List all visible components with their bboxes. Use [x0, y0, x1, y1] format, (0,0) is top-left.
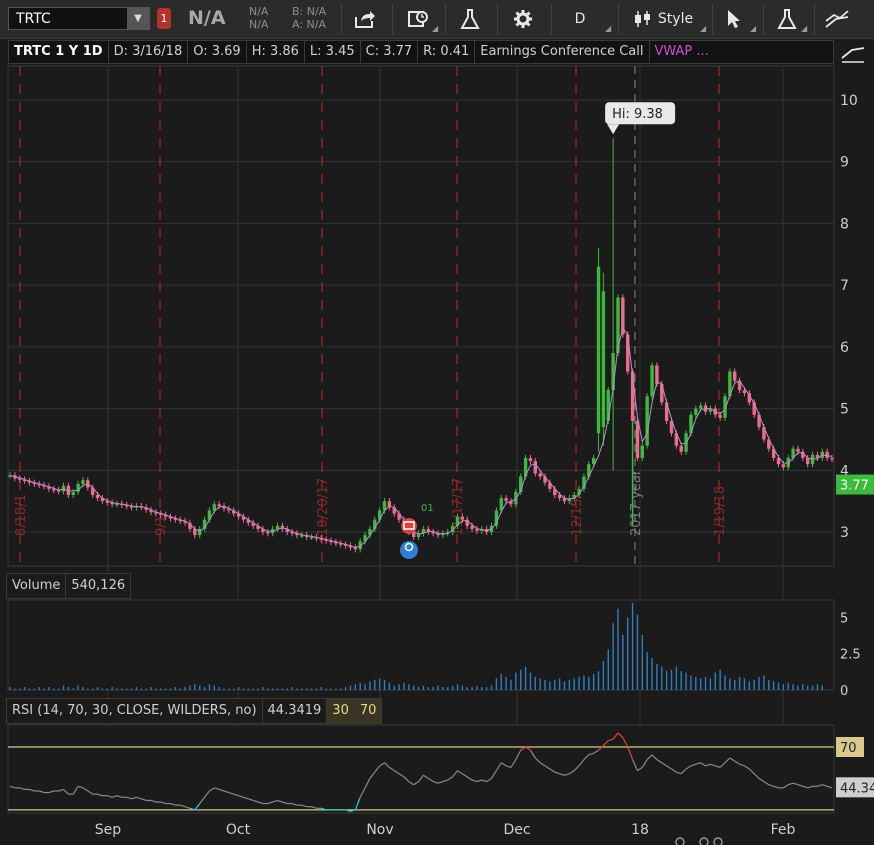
candle-body[interactable]	[810, 454, 815, 465]
event-marker-icon[interactable]	[699, 837, 709, 845]
volume-tick-label: 0	[840, 684, 848, 699]
last-price-label: 3.77	[840, 479, 869, 494]
candle-body[interactable]	[528, 457, 533, 462]
candle-body[interactable]	[781, 464, 786, 468]
candle-body[interactable]	[626, 334, 630, 372]
candle-body[interactable]	[596, 266, 601, 434]
time-tick-label: Sep	[95, 822, 122, 838]
event-marker-icon[interactable]	[675, 837, 685, 845]
volume-value: 540,126	[71, 578, 126, 593]
volume-chart: 02.55	[7, 599, 861, 699]
candle-body[interactable]	[309, 536, 314, 539]
candle-body[interactable]	[504, 498, 508, 502]
candle-body[interactable]	[635, 420, 640, 458]
price-tick-label: 6	[840, 340, 849, 356]
chart-annotation: 01	[421, 503, 434, 514]
event-marker-icon[interactable]	[713, 837, 723, 845]
candle-body[interactable]	[460, 516, 465, 520]
rsi-chart: 70 44.34	[7, 724, 874, 814]
candle-body[interactable]	[805, 457, 810, 465]
candle-body[interactable]	[71, 491, 75, 496]
price-tick-label: 5	[840, 402, 849, 418]
time-tick-label: Feb	[771, 822, 796, 838]
candle-body[interactable]	[825, 451, 829, 458]
time-tick-label: Oct	[226, 822, 251, 838]
volume-tick-label: 2.5	[840, 648, 861, 663]
candle-body[interactable]	[266, 532, 270, 534]
event-label: 2017 year	[629, 469, 644, 536]
price-tick-label: 7	[840, 278, 849, 294]
volume-tick-label: 5	[840, 611, 848, 626]
candle-body[interactable]	[796, 448, 800, 452]
rsi-oversold: 30	[327, 699, 355, 723]
rsi-panel-bg	[7, 724, 835, 814]
candle-body[interactable]	[616, 297, 620, 354]
candle-body[interactable]	[217, 504, 221, 507]
volume-panel-bg	[7, 599, 835, 691]
event-label: 1/19/18	[713, 486, 728, 536]
event-label: 12/15/	[570, 494, 585, 536]
time-tick-label: Nov	[366, 822, 393, 838]
rsi-last-label: 44.34	[840, 781, 874, 796]
time-tick-label: 18	[631, 822, 649, 838]
price-tick-label: 3	[840, 525, 849, 541]
candle-body[interactable]	[645, 396, 649, 446]
candle-body[interactable]	[830, 457, 834, 460]
rsi-label: RSI (14, 70, 30, CLOSE, WILDERS, no)	[7, 699, 263, 723]
candle-body[interactable]	[601, 291, 606, 428]
candle-body[interactable]	[694, 408, 698, 415]
event-label: 10/20/17	[316, 478, 331, 536]
rsi-overbought: 70	[354, 699, 382, 723]
candle-body[interactable]	[640, 445, 645, 458]
candle-body[interactable]	[698, 405, 703, 409]
candle-body[interactable]	[95, 495, 100, 499]
candle-body[interactable]	[679, 445, 683, 452]
candle-body[interactable]	[718, 414, 722, 418]
rsi-value: 44.3419	[263, 699, 328, 723]
candle-body[interactable]	[655, 365, 659, 384]
candle-body[interactable]	[538, 473, 542, 477]
candle-body[interactable]	[533, 461, 538, 474]
price-tick-label: 10	[840, 93, 858, 109]
volume-label: Volume	[7, 574, 67, 598]
rsi-level-label: 70	[840, 741, 857, 756]
candle-body[interactable]	[275, 525, 280, 529]
time-axis: Sep Oct Nov Dec 18 Feb	[95, 822, 796, 845]
price-panel-bg	[7, 65, 835, 567]
event-label: 9/1	[154, 515, 169, 536]
price-tick-label: 8	[840, 216, 849, 232]
candle-body[interactable]	[650, 365, 654, 397]
event-label: 8/18/1	[14, 494, 29, 536]
high-label: Hi: 9.38	[612, 107, 663, 122]
time-tick-label: Dec	[503, 822, 530, 838]
candle-body[interactable]	[81, 480, 85, 484]
candle-body[interactable]	[733, 371, 737, 381]
candle-body[interactable]	[300, 535, 304, 537]
volume-label-bar: Volume 540,126	[6, 573, 132, 599]
price-tick-label: 9	[840, 155, 849, 171]
rsi-label-bar: RSI (14, 70, 30, CLOSE, WILDERS, no) 44.…	[6, 698, 383, 724]
candle-body[interactable]	[212, 504, 216, 511]
